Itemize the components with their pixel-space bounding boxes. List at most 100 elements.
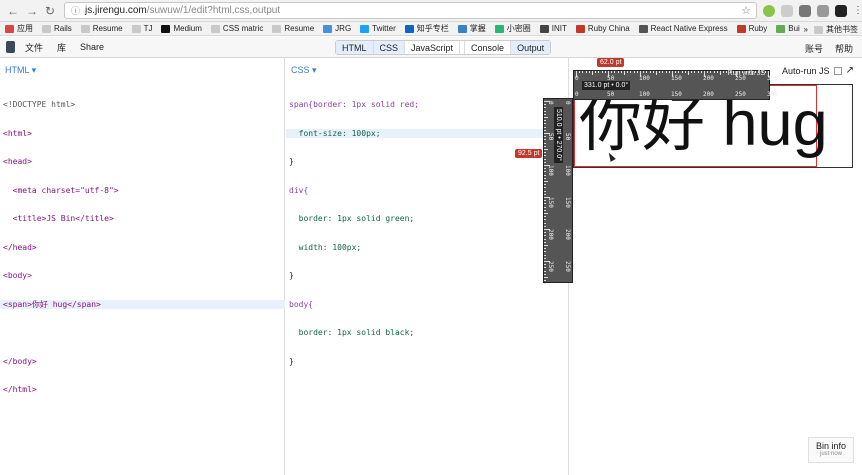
ruler-tick — [544, 264, 546, 266]
bookmark-label: INIT — [551, 24, 567, 33]
bookmark-item[interactable]: Twitter — [360, 24, 396, 33]
ruler-tick — [544, 267, 546, 269]
css-code[interactable]: span{border: 1px solid red; font-size: 1… — [286, 81, 571, 385]
share-menu[interactable]: Share — [80, 42, 104, 52]
bookmark-item[interactable]: Ruby China — [575, 24, 630, 33]
tab-css[interactable]: CSS — [373, 41, 406, 54]
output-pane: Auto-run JS ↗ 你好 hug — [570, 58, 862, 475]
autorun-checkbox[interactable] — [833, 67, 842, 75]
favicon-icon — [638, 24, 648, 33]
jsbin-logo-icon[interactable] — [6, 41, 15, 53]
ruler-tick — [739, 71, 741, 73]
bookmark-item[interactable]: INIT — [539, 24, 567, 33]
ruler-tick-label: 150 — [564, 197, 571, 208]
favicon-icon — [494, 24, 504, 33]
reload-icon[interactable]: ↻ — [45, 4, 55, 18]
back-icon[interactable]: ← — [7, 4, 19, 18]
ruler-width-badge: 62.0 pt — [597, 58, 625, 67]
ruler-tick — [544, 241, 546, 243]
ruler-tick — [544, 139, 546, 141]
extension-icon[interactable] — [835, 4, 847, 17]
extension-icon[interactable] — [763, 4, 775, 17]
bookmark-item[interactable]: Medium — [161, 24, 202, 33]
ruler-tick — [707, 71, 709, 73]
favicon-icon — [575, 24, 585, 33]
ruler-tick-label: 250 — [735, 75, 746, 82]
url-bar[interactable]: ⓘ js.jirengu.com /suwuw/1/edit?html,css,… — [64, 2, 757, 19]
ruler-tick — [748, 71, 750, 73]
html-pane-label[interactable]: HTML ▾ — [5, 65, 36, 76]
ruler-tick — [742, 71, 744, 73]
ruler-tick — [544, 216, 546, 218]
bookmarks-overflow[interactable]: » 其他书签 — [799, 24, 858, 35]
vertical-ruler[interactable]: 510.0 pt • 270.0° 0 0 50 50 100 100 150 150 200 2… — [543, 98, 573, 285]
ruler-tick — [710, 71, 712, 73]
help-menu[interactable]: 帮助 — [835, 42, 853, 55]
ruler-tick — [665, 71, 667, 73]
library-menu[interactable]: 库 — [57, 41, 66, 54]
ruler-tick-label: 0 — [575, 75, 579, 82]
ruler-tick-label: 250 — [735, 91, 746, 98]
favicon-icon — [5, 24, 14, 33]
horizontal-ruler[interactable]: Run with JS 331.0 pt • 0.0° 0 0 50 50 100 100… — [573, 70, 778, 100]
ruler-tick — [620, 71, 622, 73]
ruler-tick — [697, 71, 699, 73]
bookmark-item[interactable]: Resume — [272, 24, 314, 33]
bookmark-label: Resume — [92, 24, 123, 33]
tab-console[interactable]: Console — [464, 41, 512, 54]
code-line: <html> — [3, 128, 32, 138]
css-pane-label[interactable]: CSS ▾ — [291, 65, 317, 76]
menu-dots-icon[interactable]: ⋮ — [853, 5, 862, 17]
ruler-tick — [761, 71, 763, 73]
bin-info-card[interactable]: Bin info just now — [808, 437, 854, 463]
file-menu[interactable]: 文件 — [25, 41, 43, 54]
extension-icon[interactable] — [781, 4, 793, 17]
bookmark-item[interactable]: React Native Express — [638, 24, 728, 33]
bookmark-item[interactable]: 掌握 — [457, 23, 486, 34]
bookmark-item[interactable]: Ruby — [736, 24, 767, 33]
bookmark-item[interactable]: JRG — [323, 24, 351, 33]
html-editor-pane[interactable]: HTML ▾ <!DOCTYPE html> <html> <head> <me… — [0, 58, 285, 475]
autorun-toggle[interactable]: Auto-run JS — [782, 66, 842, 76]
favicon-icon — [539, 24, 549, 33]
forward-icon[interactable]: → — [26, 4, 38, 18]
popout-icon[interactable]: ↗ — [846, 65, 854, 76]
bookmark-item[interactable]: TJ — [131, 24, 152, 33]
bookmark-star-icon[interactable]: ☆ — [741, 4, 751, 17]
code-line: } — [289, 157, 294, 166]
tab-html[interactable]: HTML — [336, 41, 374, 54]
account-menu[interactable]: 账号 — [805, 42, 823, 55]
bookmark-item[interactable]: Resume — [80, 24, 123, 33]
bookmark-item[interactable]: Rails — [42, 24, 72, 33]
other-bookmarks[interactable]: 其他书签 — [814, 24, 858, 35]
bookmarks-more-icon[interactable]: » — [804, 25, 808, 34]
code-line: <meta charset="utf-8"> — [3, 185, 119, 195]
ruler-tick-label: 100 — [564, 165, 571, 176]
bookmark-item[interactable]: 应用 — [5, 23, 33, 34]
bin-info-title: Bin info — [815, 441, 847, 451]
tab-javascript[interactable]: JavaScript — [405, 41, 461, 54]
css-editor-pane[interactable]: CSS ▾ span{border: 1px solid red; font-s… — [286, 58, 571, 475]
folder-icon — [131, 24, 141, 33]
ruler-tick — [598, 71, 600, 73]
ruler-tick — [729, 71, 731, 73]
ruler-tick — [649, 71, 651, 73]
ruler-tick — [716, 71, 718, 73]
ruler-tick-label: 50 — [564, 133, 571, 141]
extension-icon[interactable] — [817, 4, 829, 17]
ruler-tick — [582, 71, 584, 73]
ruler-height-badge: 92.5 pt — [515, 149, 543, 158]
ruler-tick — [624, 71, 625, 75]
html-code[interactable]: <!DOCTYPE html> <html> <head> <meta char… — [0, 81, 285, 414]
ruler-tick — [723, 71, 725, 73]
ruler-tick — [694, 71, 696, 73]
bookmark-item[interactable]: 知乎专栏 — [404, 23, 449, 34]
bookmark-item[interactable]: 小密圈 — [494, 23, 531, 34]
bookmark-item[interactable]: CSS matric — [210, 24, 263, 33]
ruler-tick-label: 150 — [671, 91, 682, 98]
ruler-tick — [544, 206, 546, 208]
tab-output[interactable]: Output — [511, 41, 551, 54]
extension-icon[interactable] — [799, 4, 811, 17]
ruler-tick — [656, 71, 657, 75]
info-icon[interactable]: ⓘ — [71, 4, 80, 17]
